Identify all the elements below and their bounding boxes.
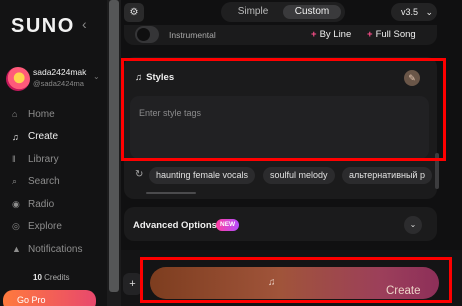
- mode-custom-tab[interactable]: Custom: [283, 5, 341, 19]
- create-button[interactable]: ♫ Create: [150, 267, 439, 299]
- username: sada2424mak: [33, 67, 87, 77]
- version-label: v3.5: [401, 7, 419, 17]
- create-label-wrap: ♫ Create: [268, 276, 421, 297]
- add-button[interactable]: +: [123, 273, 142, 295]
- sidebar-item-label: Create: [28, 131, 59, 143]
- chevron-down-icon[interactable]: ⌄: [404, 216, 422, 234]
- sidebar-item-radio[interactable]: ◉ Radio: [12, 193, 102, 216]
- refresh-icon[interactable]: ↻: [135, 169, 143, 180]
- collapse-sidebar-icon[interactable]: ‹: [82, 16, 87, 32]
- credits-label: Credits: [44, 273, 70, 282]
- instrumental-row: Instrumental + By Line + Full Song: [124, 25, 437, 45]
- style-tag-chip[interactable]: haunting female vocals: [149, 167, 256, 184]
- chevron-down-icon: ⌄: [425, 7, 434, 17]
- create-label: Create: [386, 285, 421, 297]
- sidebar: SUNO ‹ sada2424mak @sada2424ma ⌄ ⌂ Home …: [0, 0, 107, 306]
- credits-number: 10: [33, 273, 42, 282]
- settings-gear-icon[interactable]: ⚙: [124, 3, 144, 22]
- sidebar-item-label: Search: [28, 176, 60, 188]
- plus-icon: +: [367, 29, 373, 40]
- upgrade-button[interactable]: Go Pro: [3, 290, 96, 306]
- style-tag-chip[interactable]: альтернативный р: [342, 167, 432, 184]
- user-menu[interactable]: sada2424mak @sada2424ma ⌄: [6, 64, 104, 100]
- suno-logo[interactable]: SUNO: [11, 15, 75, 38]
- toggle-knob: [137, 28, 150, 41]
- advanced-options-label: Advanced Options: [133, 220, 217, 231]
- create-panel: ⚙ Simple Custom v3.5 ⌄ Instrumental + By …: [121, 0, 462, 306]
- sidebar-item-home[interactable]: ⌂ Home: [12, 103, 102, 126]
- create-topbar: ⚙ Simple Custom v3.5 ⌄: [121, 0, 462, 25]
- suggested-tags-row: ↻ haunting female vocals soulful melody …: [124, 165, 437, 187]
- magic-wand-icon[interactable]: ✎: [404, 70, 420, 86]
- music-note-icon: ♫: [135, 72, 143, 83]
- chevron-updown-icon: ⌄: [93, 72, 100, 81]
- bell-icon: ▲: [12, 244, 21, 255]
- by-line-button[interactable]: + By Line: [311, 29, 351, 40]
- sidebar-item-library[interactable]: ‖ Library: [12, 148, 102, 171]
- style-tags-input[interactable]: [130, 96, 429, 159]
- style-tag-chip[interactable]: soulful melody: [263, 167, 335, 184]
- sidebar-item-label: Home: [28, 108, 55, 120]
- sidebar-item-explore[interactable]: ◎ Explore: [12, 216, 102, 239]
- search-icon: ⌕: [12, 176, 18, 187]
- sidebar-item-search[interactable]: ⌕ Search: [12, 171, 102, 194]
- upgrade-label: Go Pro: [17, 295, 46, 305]
- advanced-options-row[interactable]: Advanced Options NEW ⌄: [124, 207, 437, 241]
- home-icon: ⌂: [12, 109, 18, 120]
- compass-icon: ◎: [12, 221, 20, 232]
- styles-heading: ♫ Styles: [135, 72, 174, 83]
- sidebar-item-label: Library: [28, 153, 59, 165]
- mode-simple-tab[interactable]: Simple: [225, 5, 281, 19]
- sidebar-item-notifications[interactable]: ▲ Notifications: [12, 238, 102, 261]
- model-version-select[interactable]: v3.5 ⌄: [391, 3, 437, 21]
- library-icon: ‖: [12, 154, 16, 165]
- plus-icon: +: [311, 29, 317, 40]
- page-scrollbar[interactable]: [107, 0, 121, 306]
- tags-scrollbar[interactable]: [146, 192, 196, 194]
- full-song-button[interactable]: + Full Song: [367, 29, 416, 40]
- music-note-icon: ♫: [12, 131, 19, 142]
- credits-count: 10 Credits: [33, 273, 69, 282]
- full-song-label: Full Song: [375, 29, 416, 40]
- instrumental-toggle[interactable]: [135, 26, 159, 43]
- music-note-icon: ♫: [268, 277, 276, 288]
- new-badge: NEW: [216, 219, 240, 231]
- mode-switch: Simple Custom: [221, 2, 345, 22]
- sidebar-item-label: Notifications: [28, 243, 83, 255]
- scrollbar-thumb[interactable]: [109, 0, 119, 292]
- user-handle: @sada2424ma: [33, 79, 84, 88]
- sidebar-item-label: Explore: [28, 221, 62, 233]
- bottom-action-bar: + ♫ Create: [121, 250, 462, 306]
- styles-card: ♫Styles ✎ ↻ haunting female vocals soulf…: [124, 57, 439, 199]
- sidebar-item-label: Radio: [28, 198, 55, 210]
- sidebar-nav: ⌂ Home ♫ Create ‖ Library ⌕ Search ◉ Rad…: [12, 103, 102, 261]
- styles-title: Styles: [146, 72, 175, 83]
- radio-icon: ◉: [12, 198, 20, 209]
- by-line-label: By Line: [319, 29, 352, 40]
- instrumental-label: Instrumental: [169, 30, 216, 40]
- sidebar-item-create[interactable]: ♫ Create: [12, 126, 102, 149]
- avatar: [6, 67, 30, 91]
